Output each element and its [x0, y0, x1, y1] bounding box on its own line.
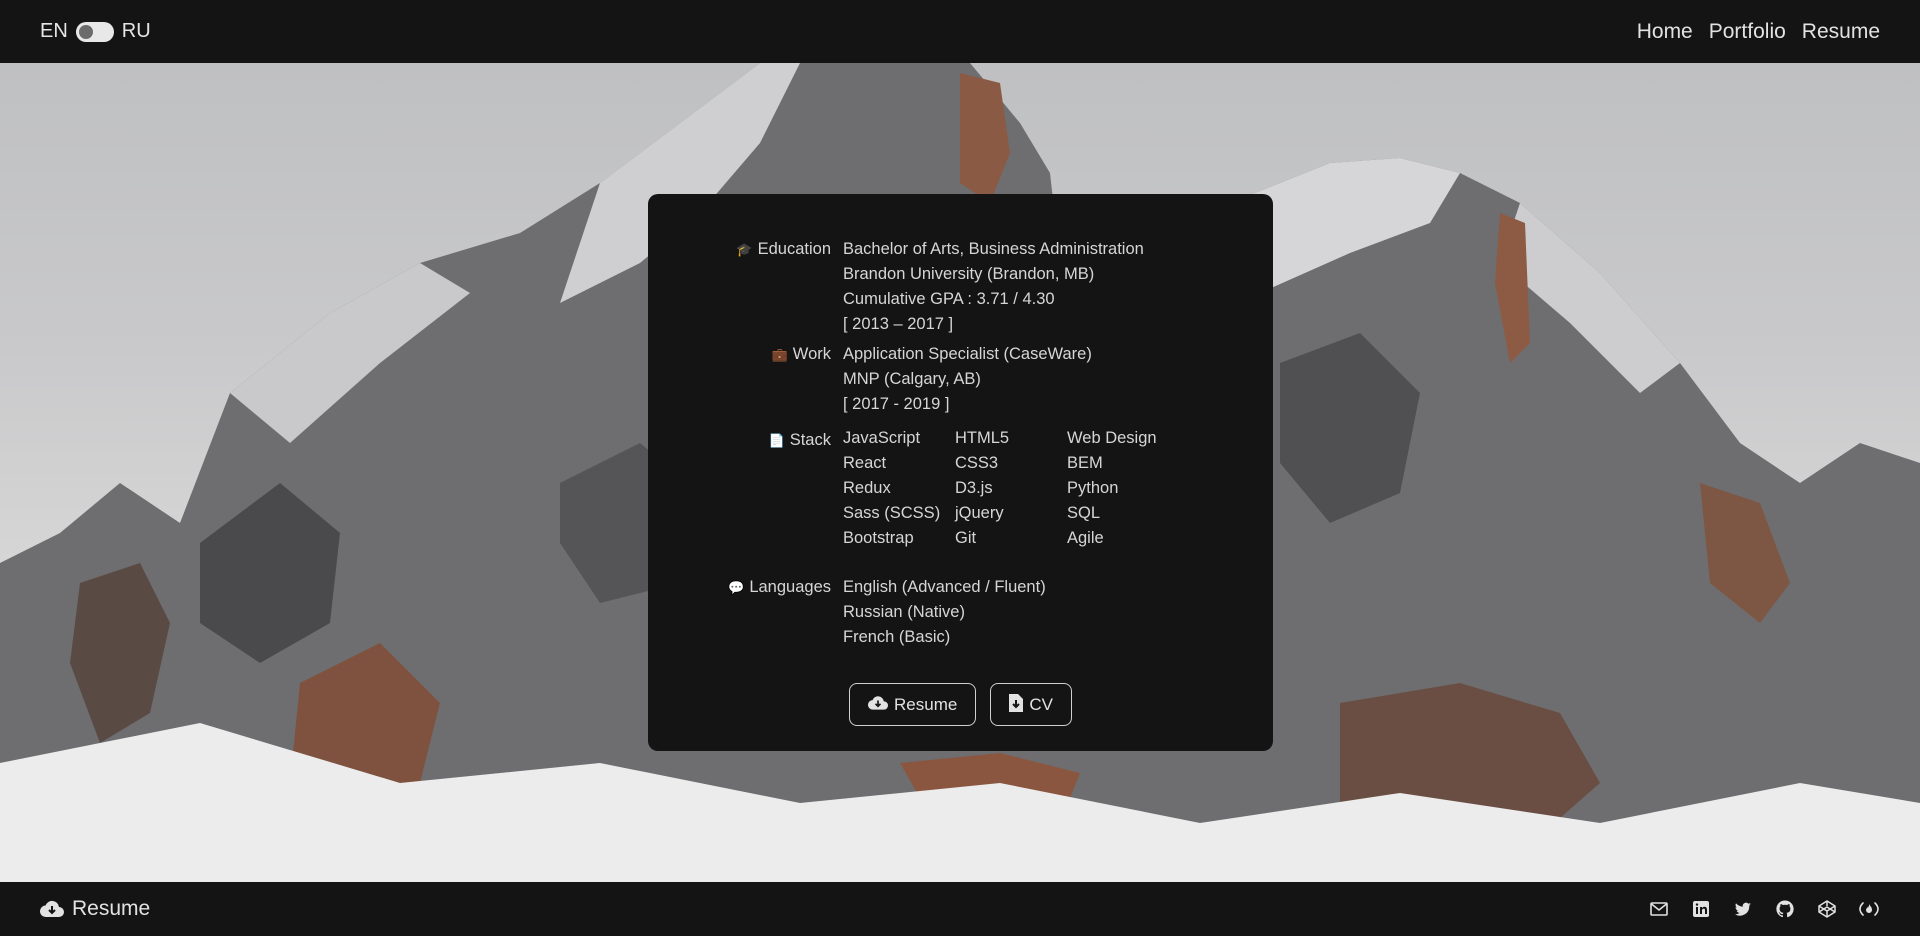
work-role: Application Specialist (CaseWare): [843, 345, 1092, 363]
education-degree: Bachelor of Arts, Business Administratio…: [843, 240, 1144, 258]
stack-label: 📄 Stack: [768, 431, 831, 449]
download-buttons: Resume CV: [648, 683, 1273, 726]
language-toggle[interactable]: [75, 21, 114, 42]
stack-item: Redux: [843, 479, 891, 497]
file-download-icon: [1009, 693, 1024, 716]
stack-item: HTML5: [955, 429, 1010, 447]
education-label: 🎓 Education: [736, 240, 831, 258]
education-school: Brandon University (Brandon, MB): [843, 265, 1095, 283]
stack-item: Agile: [1067, 529, 1104, 547]
work-years: [ 2017 - 2019 ]: [843, 395, 950, 413]
work-details: Application Specialist (CaseWare) MNP (C…: [843, 342, 1092, 417]
languages-details: English (Advanced / Fluent) Russian (Nat…: [843, 575, 1046, 650]
freecodecamp-icon[interactable]: [1858, 898, 1880, 920]
lang-ru-label: RU: [121, 20, 151, 42]
footer: Resume: [0, 882, 1920, 936]
education-years: [ 2013 – 2017 ]: [843, 315, 954, 333]
language-item: English (Advanced / Fluent): [843, 578, 1046, 596]
education-section: 🎓 Education Bachelor of Arts, Business Ad…: [648, 237, 1273, 337]
resume-download-button[interactable]: Resume: [849, 683, 977, 726]
work-label: 💼 Work: [771, 345, 831, 363]
education-details: Bachelor of Arts, Business Administratio…: [843, 237, 1144, 337]
top-navbar: EN RU Home Portfolio Resume: [0, 0, 1920, 63]
nav-home-link[interactable]: Home: [1637, 20, 1693, 44]
stack-item: jQuery: [955, 504, 1004, 522]
codepen-icon[interactable]: [1816, 898, 1838, 920]
footer-resume-link[interactable]: Resume: [40, 897, 150, 921]
github-icon[interactable]: [1774, 898, 1796, 920]
education-gpa: Cumulative GPA : 3.71 / 4.30: [843, 290, 1055, 308]
stack-item: Web Design: [1067, 429, 1157, 447]
nav-resume-link[interactable]: Resume: [1802, 20, 1880, 44]
code-file-icon: 📄: [768, 433, 785, 448]
linkedin-icon[interactable]: [1690, 898, 1712, 920]
cloud-download-icon: [40, 900, 64, 918]
stack-item: React: [843, 454, 887, 472]
stack-item: JavaScript: [843, 429, 921, 447]
stack-item: Git: [955, 529, 977, 547]
language-item: Russian (Native): [843, 603, 965, 621]
stack-grid: JavaScript HTML5 Web Design React CSS3 B…: [843, 426, 1179, 551]
languages-section: 💬 Languages English (Advanced / Fluent) R…: [648, 575, 1273, 650]
resume-summary-card: 🎓 Education Bachelor of Arts, Business Ad…: [648, 194, 1273, 751]
speech-bubble-icon: 💬: [728, 580, 745, 595]
work-company: MNP (Calgary, AB): [843, 370, 981, 388]
social-links: [1648, 898, 1880, 920]
stack-item: Bootstrap: [843, 529, 914, 547]
main-nav: Home Portfolio Resume: [1637, 20, 1880, 44]
toggle-knob: [78, 24, 93, 39]
mail-icon[interactable]: [1648, 898, 1670, 920]
cloud-download-icon: [868, 695, 889, 715]
languages-label: 💬 Languages: [728, 578, 831, 596]
stack-item: Sass (SCSS): [843, 504, 941, 522]
stack-item: SQL: [1067, 504, 1101, 522]
language-switcher: EN RU: [40, 20, 151, 43]
language-item: French (Basic): [843, 628, 951, 646]
lang-en-label: EN: [40, 20, 68, 42]
stack-item: Python: [1067, 479, 1119, 497]
nav-portfolio-link[interactable]: Portfolio: [1709, 20, 1786, 44]
work-section: 💼 Work Application Specialist (CaseWare) …: [648, 342, 1273, 417]
twitter-icon[interactable]: [1732, 898, 1754, 920]
briefcase-icon: 💼: [771, 347, 788, 362]
graduation-cap-icon: 🎓: [736, 242, 753, 257]
stack-section: 📄 Stack JavaScript HTML5 Web Design React…: [648, 426, 1273, 551]
stack-item: CSS3: [955, 454, 999, 472]
cv-download-button[interactable]: CV: [990, 683, 1072, 726]
stack-item: BEM: [1067, 454, 1103, 472]
stack-item: D3.js: [955, 479, 993, 497]
